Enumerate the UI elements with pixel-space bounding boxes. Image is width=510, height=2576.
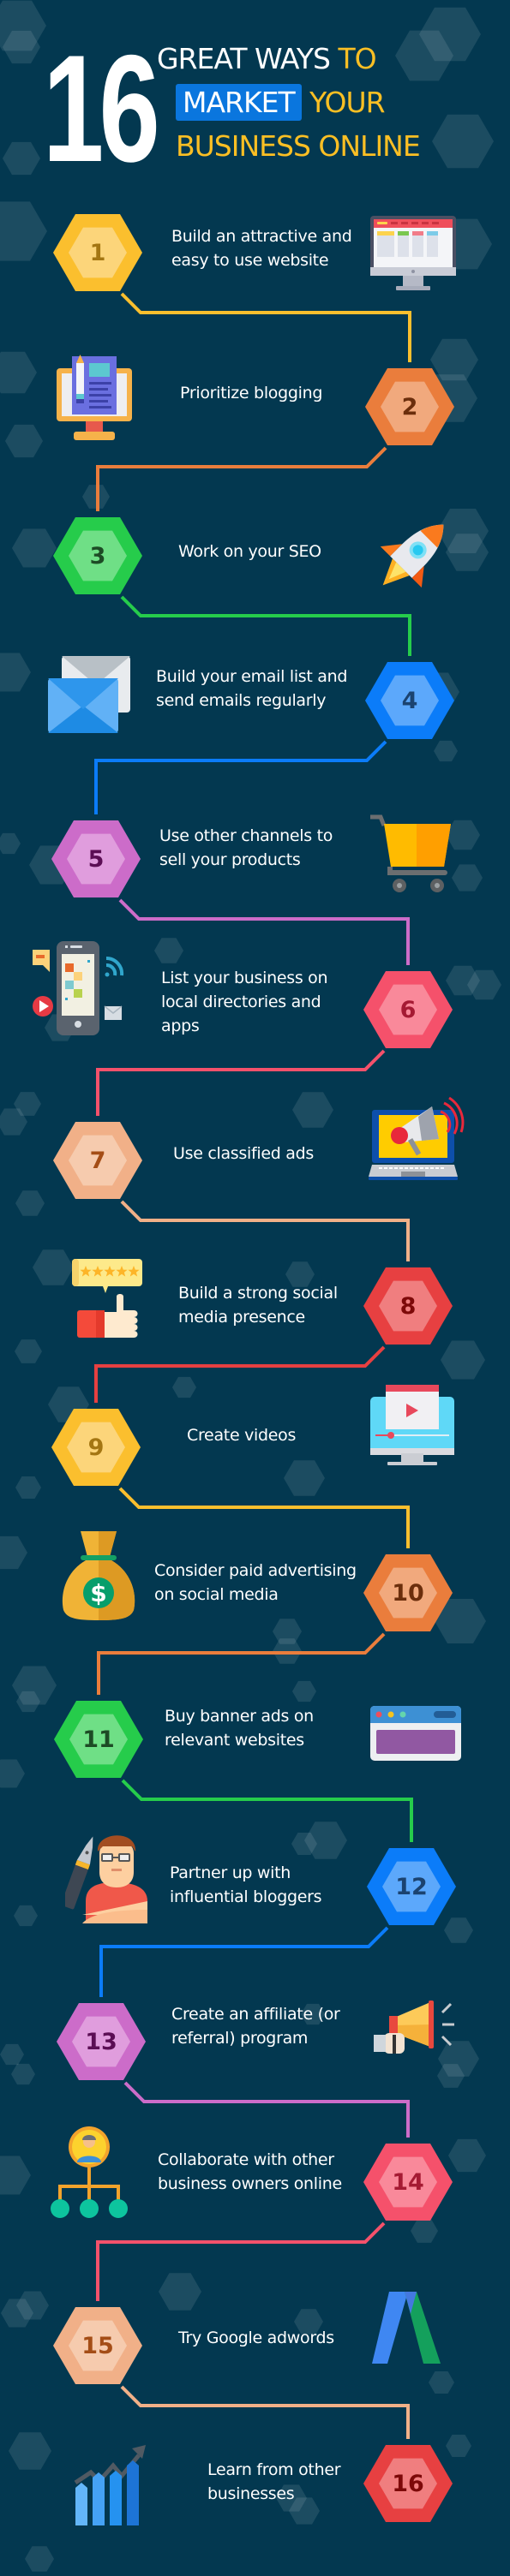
step-number: 5 [87, 845, 105, 873]
step-number-hexagon: 2 [365, 362, 454, 451]
title-line-3: BUSINESS ONLINE [176, 129, 421, 163]
step-number-hexagon: 7 [53, 1116, 142, 1205]
laptop-megaphone-icon [369, 1094, 465, 1187]
google-adwords-icon [370, 2290, 441, 2367]
connector-line [94, 740, 387, 814]
connector-line [118, 1487, 410, 1548]
connector-line [120, 595, 411, 656]
thumbs-up-rating-icon [70, 1257, 153, 1343]
connector-line [96, 446, 387, 511]
step-number-hexagon: 3 [53, 511, 142, 600]
step-number: 4 [401, 687, 418, 714]
step-number: 1 [89, 239, 106, 266]
title-your: YOUR [309, 86, 385, 119]
network-people-icon [50, 2125, 129, 2224]
title-number: 16 [43, 23, 160, 194]
rocket-icon [369, 510, 458, 603]
step-text: Learn from other businesses [207, 2460, 341, 2503]
step-number-hexagon: 12 [367, 1842, 456, 1931]
step-number-hexagon: 9 [51, 1403, 141, 1492]
shopping-cart-icon [369, 814, 458, 899]
email-envelope-icon [46, 654, 132, 740]
video-monitor-icon [369, 1383, 458, 1472]
step-text: Create videos [187, 1426, 297, 1445]
title-great-ways: GREAT WAYS [157, 42, 331, 75]
step-number-hexagon: 13 [57, 1997, 146, 2086]
connector-line [94, 1345, 386, 1403]
step-number-hexagon: 8 [363, 1261, 453, 1351]
blogger-avatar-icon [61, 1828, 147, 1927]
connector-line [120, 2385, 410, 2439]
step-text: Partner up with influential bloggers [170, 1863, 322, 1906]
title-to: TO [338, 42, 376, 75]
step-text: Work on your SEO [178, 542, 321, 561]
step-number-hexagon: 1 [53, 208, 142, 297]
connector-line [96, 1049, 386, 1116]
mobile-apps-icon [31, 939, 125, 1042]
connector-line [120, 292, 411, 362]
step-number: 9 [87, 1434, 105, 1461]
step-number: 2 [401, 393, 418, 420]
connector-line [97, 1632, 386, 1695]
step-number: 7 [89, 1147, 106, 1174]
step-text: Create an affiliate (or referral) progra… [171, 2005, 340, 2048]
step-number-hexagon: 6 [363, 965, 453, 1054]
step-number: 6 [399, 996, 417, 1023]
growth-chart-icon [74, 2440, 153, 2529]
step-number-hexagon: 11 [54, 1695, 143, 1784]
connector-line [120, 1200, 410, 1261]
connector-line [118, 898, 410, 965]
step-text: Build an attractive and easy to use webs… [171, 227, 352, 270]
website-monitor-icon [369, 214, 458, 300]
step-number: 11 [82, 1726, 115, 1753]
hand-megaphone-icon [374, 1999, 459, 2067]
step-number-hexagon: 5 [51, 814, 141, 903]
connector-line [99, 1926, 389, 1997]
step-text: Buy banner ads on relevant websites [165, 1707, 314, 1750]
title-line-1: GREAT WAYS TO [157, 42, 377, 75]
title-market-highlight: MARKET [176, 84, 302, 121]
step-number-hexagon: 15 [53, 2301, 142, 2390]
step-number: 13 [85, 2028, 117, 2055]
step-text: Prioritize blogging [180, 384, 323, 402]
money-bag-icon: $ [60, 1530, 137, 1625]
step-number: 8 [399, 1292, 417, 1320]
step-text: Use other channels to sell your products [159, 826, 333, 869]
step-text: Collaborate with other business owners o… [158, 2150, 342, 2193]
step-number: 3 [89, 542, 106, 569]
svg-text:$: $ [90, 1579, 106, 1607]
connector-line [96, 2221, 386, 2301]
step-text: List your business on local directories … [161, 969, 328, 1035]
title-line-2: MARKET YOUR [176, 84, 386, 121]
step-number: 15 [81, 2332, 114, 2359]
blog-monitor-icon [55, 353, 141, 445]
step-text: Use classified ads [173, 1144, 314, 1163]
connector-line [123, 2081, 410, 2138]
step-text: Try Google adwords [178, 2329, 334, 2347]
step-text: Consider paid advertising on social medi… [154, 1561, 357, 1604]
step-number: 12 [395, 1873, 428, 1900]
step-number-hexagon: 4 [365, 656, 454, 745]
step-text: Build a strong social media presence [178, 1284, 338, 1327]
connector-line [121, 1779, 413, 1842]
step-text: Build your email list and send emails re… [156, 667, 348, 710]
browser-banner-icon [369, 1704, 463, 1766]
